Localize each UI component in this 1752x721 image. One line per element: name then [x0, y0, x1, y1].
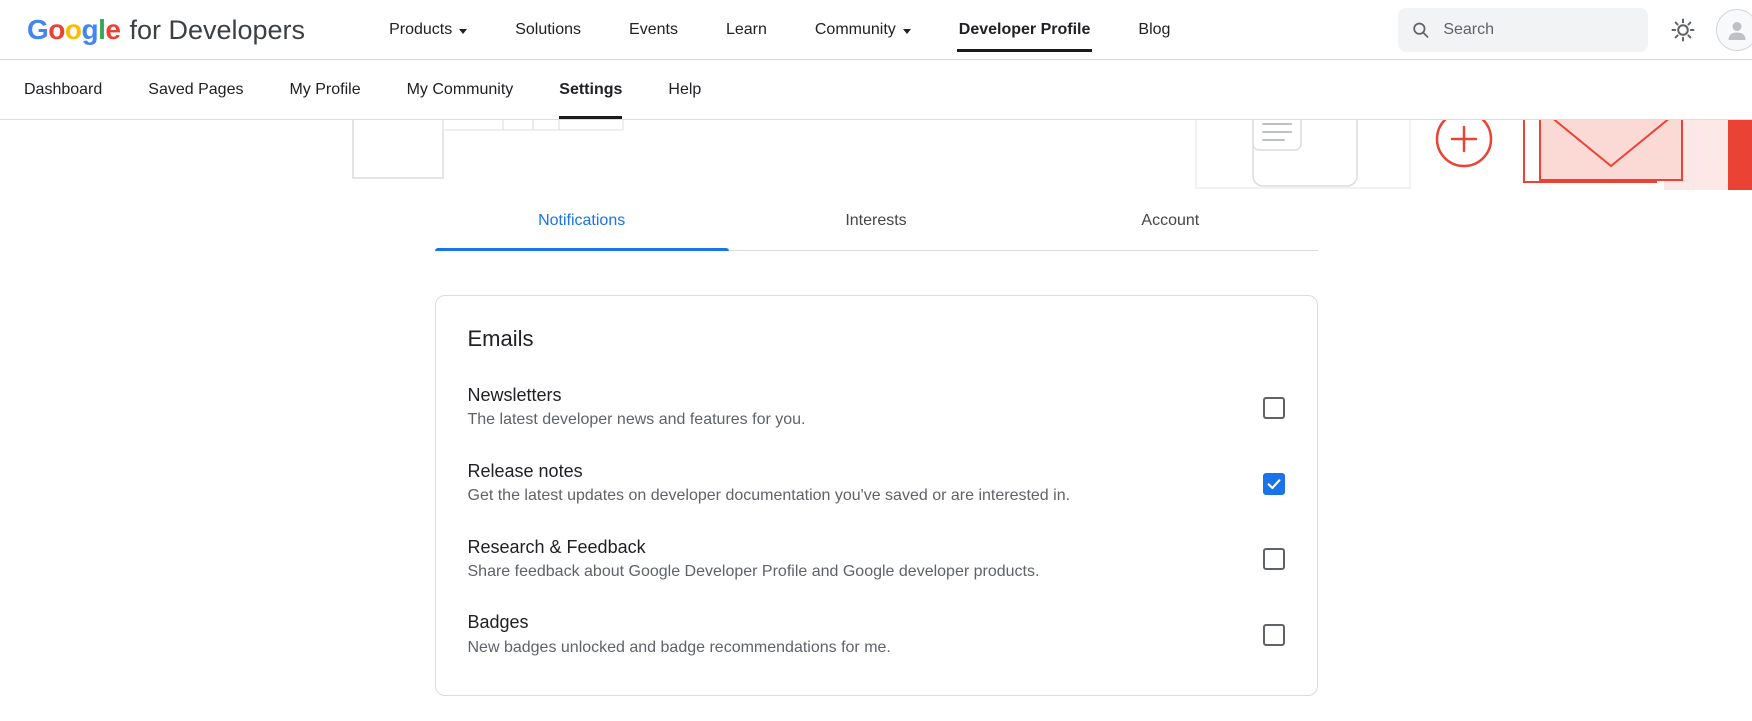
header: Google for Developers Products Solutions… [0, 0, 1752, 60]
nav-item-solutions[interactable]: Solutions [515, 0, 581, 59]
nav-item-community[interactable]: Community [815, 0, 911, 59]
setting-label: Badges [468, 611, 891, 634]
logo-suffix-text: for Developers [129, 15, 305, 46]
tab-label: Interests [845, 212, 906, 229]
email-setting-row-research-feedback: Research & Feedback Share feedback about… [468, 536, 1285, 584]
setting-description: New badges unlocked and badge recommenda… [468, 637, 891, 659]
checkbox-newsletters[interactable] [1263, 397, 1285, 419]
nav-item-label: Learn [726, 21, 767, 39]
setting-description: Get the latest updates on developer docu… [468, 485, 1071, 507]
grid-decoration [353, 120, 623, 178]
chevron-down-icon [903, 29, 911, 34]
setting-text: Release notes Get the latest updates on … [468, 460, 1071, 508]
theme-toggle-button[interactable] [1670, 17, 1696, 43]
checkbox-research-feedback[interactable] [1263, 548, 1285, 570]
subnav-item-label: My Profile [289, 81, 360, 99]
search-box[interactable] [1398, 8, 1648, 52]
setting-label: Release notes [468, 460, 1071, 483]
main-nav: Products Solutions Events Learn Communit… [389, 0, 1170, 59]
nav-item-products[interactable]: Products [389, 0, 467, 59]
logo-letter: g [82, 14, 99, 45]
tab-label: Account [1141, 212, 1199, 229]
tab-label: Notifications [538, 212, 625, 229]
setting-text: Badges New badges unlocked and badge rec… [468, 611, 891, 659]
logo-letter: o [48, 14, 65, 45]
nav-item-label: Events [629, 21, 678, 39]
logo-letter: e [105, 14, 120, 45]
subnav-item-my-profile[interactable]: My Profile [289, 60, 360, 119]
nav-item-blog[interactable]: Blog [1138, 0, 1170, 59]
subnav-item-help[interactable]: Help [668, 60, 701, 119]
nav-item-label: Solutions [515, 21, 581, 39]
subnav-item-label: Help [668, 81, 701, 99]
setting-text: Newsletters The latest developer news an… [468, 384, 806, 432]
hero-banner [0, 120, 1752, 190]
plus-circle-icon [1437, 120, 1491, 166]
nav-item-label: Developer Profile [959, 21, 1091, 39]
banner-decoration [0, 120, 1752, 190]
logo-google-text: Google [27, 14, 120, 46]
person-icon [1724, 17, 1750, 43]
subnav: Dashboard Saved Pages My Profile My Comm… [0, 60, 1752, 120]
nav-item-label: Products [389, 21, 452, 39]
checkbox-badges[interactable] [1263, 624, 1285, 646]
search-icon [1412, 20, 1429, 40]
nav-item-developer-profile[interactable]: Developer Profile [959, 0, 1091, 59]
nav-item-label: Community [815, 21, 896, 39]
email-setting-row-badges: Badges New badges unlocked and badge rec… [468, 611, 1285, 659]
subnav-item-label: Saved Pages [148, 81, 243, 99]
setting-description: Share feedback about Google Developer Pr… [468, 561, 1040, 583]
sun-icon [1670, 17, 1696, 43]
search-input[interactable] [1441, 20, 1634, 40]
email-setting-row-release-notes: Release notes Get the latest updates on … [468, 460, 1285, 508]
tab-notifications[interactable]: Notifications [435, 198, 729, 250]
tab-interests[interactable]: Interests [729, 198, 1023, 250]
nav-item-label: Blog [1138, 21, 1170, 39]
subnav-item-saved-pages[interactable]: Saved Pages [148, 60, 243, 119]
card-decoration [1196, 120, 1410, 188]
red-accent-bar [1728, 120, 1752, 190]
subnav-item-label: Settings [559, 81, 622, 99]
setting-description: The latest developer news and features f… [468, 409, 806, 431]
card-title: Emails [468, 326, 1285, 352]
checkbox-release-notes[interactable] [1263, 473, 1285, 495]
emails-card: Emails Newsletters The latest developer … [435, 295, 1318, 696]
settings-tabs: Notifications Interests Account [435, 198, 1318, 251]
tab-account[interactable]: Account [1023, 198, 1317, 250]
chevron-down-icon [459, 29, 467, 34]
setting-label: Newsletters [468, 384, 806, 407]
settings-content: Notifications Interests Account Emails N… [435, 198, 1318, 696]
setting-text: Research & Feedback Share feedback about… [468, 536, 1040, 584]
logo-letter: G [27, 14, 48, 45]
subnav-item-my-community[interactable]: My Community [407, 60, 514, 119]
google-developers-logo[interactable]: Google for Developers [27, 14, 305, 46]
subnav-item-label: My Community [407, 81, 514, 99]
subnav-item-label: Dashboard [24, 81, 102, 99]
email-setting-row-newsletters: Newsletters The latest developer news an… [468, 384, 1285, 432]
check-icon [1266, 476, 1282, 492]
nav-item-events[interactable]: Events [629, 0, 678, 59]
setting-label: Research & Feedback [468, 536, 1040, 559]
logo-letter: o [65, 14, 82, 45]
envelope-icon [1524, 120, 1682, 182]
avatar[interactable] [1716, 9, 1752, 51]
nav-item-learn[interactable]: Learn [726, 0, 767, 59]
subnav-item-dashboard[interactable]: Dashboard [24, 60, 102, 119]
subnav-item-settings[interactable]: Settings [559, 60, 622, 119]
